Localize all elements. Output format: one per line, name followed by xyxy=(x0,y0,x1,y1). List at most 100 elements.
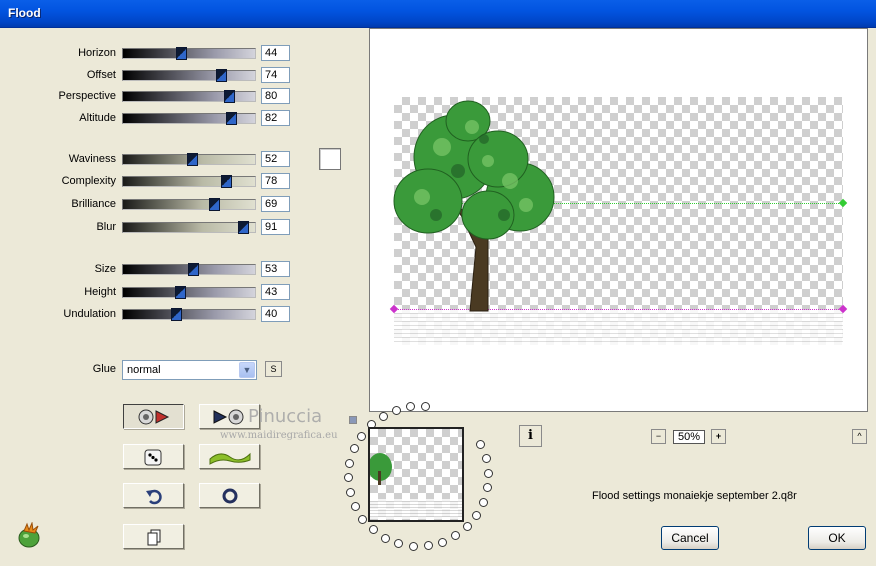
cancel-button[interactable]: Cancel xyxy=(661,526,719,550)
thumbnail-reflection xyxy=(370,499,462,519)
offset-slider-thumb[interactable] xyxy=(215,69,227,82)
brilliance-label: Brilliance xyxy=(71,198,116,210)
wave-icon xyxy=(209,452,250,465)
flood-reflection xyxy=(394,310,843,345)
complexity-label: Complexity xyxy=(61,175,116,187)
blur-slider[interactable] xyxy=(122,221,256,234)
waviness-slider[interactable] xyxy=(122,153,256,166)
zoom-ring-dot[interactable] xyxy=(356,431,366,441)
reset-button[interactable] xyxy=(199,483,260,508)
complexity-value-field[interactable]: 78 xyxy=(261,173,290,189)
size-value-field[interactable]: 53 xyxy=(261,261,290,277)
blur-value-field[interactable]: 91 xyxy=(261,219,290,235)
randomize-button[interactable] xyxy=(123,444,184,469)
zoom-ring-dot[interactable] xyxy=(472,510,482,520)
navigator-handle[interactable] xyxy=(349,416,357,424)
glue-select[interactable]: normal ▼ xyxy=(122,360,257,380)
perspective-slider[interactable] xyxy=(122,90,256,103)
zoom-ring-dot[interactable] xyxy=(349,444,359,454)
status-text: Flood settings monaiekje september 2.q8r xyxy=(592,490,797,502)
offset-value-field[interactable]: 74 xyxy=(261,67,290,83)
undo-button[interactable] xyxy=(123,483,184,508)
zoom-ring-dot[interactable] xyxy=(380,533,390,543)
height-slider-thumb[interactable] xyxy=(174,286,186,299)
zoom-ring-dot[interactable] xyxy=(358,514,368,524)
glue-value: normal xyxy=(127,364,161,376)
chevron-down-icon[interactable]: ▼ xyxy=(239,362,255,378)
zoom-ring-dot[interactable] xyxy=(483,483,493,493)
undulation-value-field[interactable]: 40 xyxy=(261,306,290,322)
zoom-ring-dot[interactable] xyxy=(391,405,401,415)
zoom-ring-dot[interactable] xyxy=(451,531,461,541)
altitude-slider-thumb[interactable] xyxy=(226,112,238,125)
height-value-field[interactable]: 43 xyxy=(261,284,290,300)
waviness-slider-thumb[interactable] xyxy=(186,153,198,166)
brilliance-slider[interactable] xyxy=(122,198,256,211)
glue-s-button[interactable]: S xyxy=(265,361,282,377)
size-slider[interactable] xyxy=(122,263,256,276)
ok-button[interactable]: OK xyxy=(808,526,866,550)
auto-preview-icon xyxy=(213,409,243,424)
navigator-thumbnail[interactable] xyxy=(368,427,464,522)
size-label: Size xyxy=(94,263,116,275)
zoom-out-button[interactable]: − xyxy=(651,429,666,444)
copy-button[interactable] xyxy=(123,524,184,549)
perspective-slider-thumb[interactable] xyxy=(223,90,235,103)
app-logo-icon xyxy=(18,522,40,548)
copy-icon xyxy=(147,529,160,545)
size-slider-thumb[interactable] xyxy=(187,263,199,276)
blur-label: Blur xyxy=(96,221,116,233)
toggle-preview-button[interactable] xyxy=(123,404,184,429)
zoom-ring-dot[interactable] xyxy=(423,541,433,551)
zoom-ring-dot[interactable] xyxy=(345,458,355,468)
offset-label: Offset xyxy=(86,69,116,81)
zoom-ring-dot[interactable] xyxy=(378,411,388,421)
zoom-ring-dot[interactable] xyxy=(350,501,360,511)
altitude-label: Altitude xyxy=(79,112,116,124)
flood-color-swatch[interactable] xyxy=(319,148,341,170)
horizon-label: Horizon xyxy=(78,47,116,59)
brilliance-slider-thumb[interactable] xyxy=(209,198,221,211)
horizon-slider[interactable] xyxy=(122,47,256,60)
thumbnail-tree xyxy=(370,453,392,485)
complexity-slider-thumb[interactable] xyxy=(220,175,232,188)
zoom-ring-dot[interactable] xyxy=(344,473,353,483)
undo-icon xyxy=(145,489,162,504)
reset-icon xyxy=(222,488,237,503)
offset-slider[interactable] xyxy=(122,69,256,82)
dice-icon xyxy=(144,449,161,465)
altitude-slider[interactable] xyxy=(122,112,256,125)
zoom-ring-dot[interactable] xyxy=(408,541,418,551)
zoom-ring-dot[interactable] xyxy=(481,454,491,464)
blur-slider-thumb[interactable] xyxy=(238,221,250,234)
waviness-value-field[interactable]: 52 xyxy=(261,151,290,167)
height-label: Height xyxy=(84,286,116,298)
preview-toggle-icon xyxy=(138,409,169,424)
waviness-label: Waviness xyxy=(68,153,116,165)
zoom-ring-dot[interactable] xyxy=(462,522,472,532)
perspective-value-field[interactable]: 80 xyxy=(261,88,290,104)
mutate-button[interactable] xyxy=(199,444,260,469)
zoom-ring-dot[interactable] xyxy=(394,539,404,549)
height-slider[interactable] xyxy=(122,286,256,299)
zoom-ring-dot[interactable] xyxy=(368,525,378,535)
info-button[interactable]: i xyxy=(519,425,542,447)
main-preview[interactable] xyxy=(369,28,868,412)
zoom-ring-dot[interactable] xyxy=(438,537,448,547)
zoom-ring-dot[interactable] xyxy=(479,497,489,507)
complexity-slider[interactable] xyxy=(122,175,256,188)
altitude-value-field[interactable]: 82 xyxy=(261,110,290,126)
tree-image xyxy=(393,100,555,312)
collapse-button[interactable]: ^ xyxy=(852,429,867,444)
brilliance-value-field[interactable]: 69 xyxy=(261,196,290,212)
undulation-slider-thumb[interactable] xyxy=(170,308,182,321)
horizon-value-field[interactable]: 44 xyxy=(261,45,290,61)
undulation-slider[interactable] xyxy=(122,308,256,321)
zoom-ring-dot[interactable] xyxy=(345,487,355,497)
watermark-name: Pinuccia xyxy=(248,406,323,427)
zoom-ring-dot[interactable] xyxy=(483,468,493,478)
zoom-in-button[interactable]: + xyxy=(711,429,726,444)
window-title: Flood xyxy=(8,6,41,20)
horizon-slider-thumb[interactable] xyxy=(176,47,188,60)
zoom-ring-dot[interactable] xyxy=(476,440,486,450)
